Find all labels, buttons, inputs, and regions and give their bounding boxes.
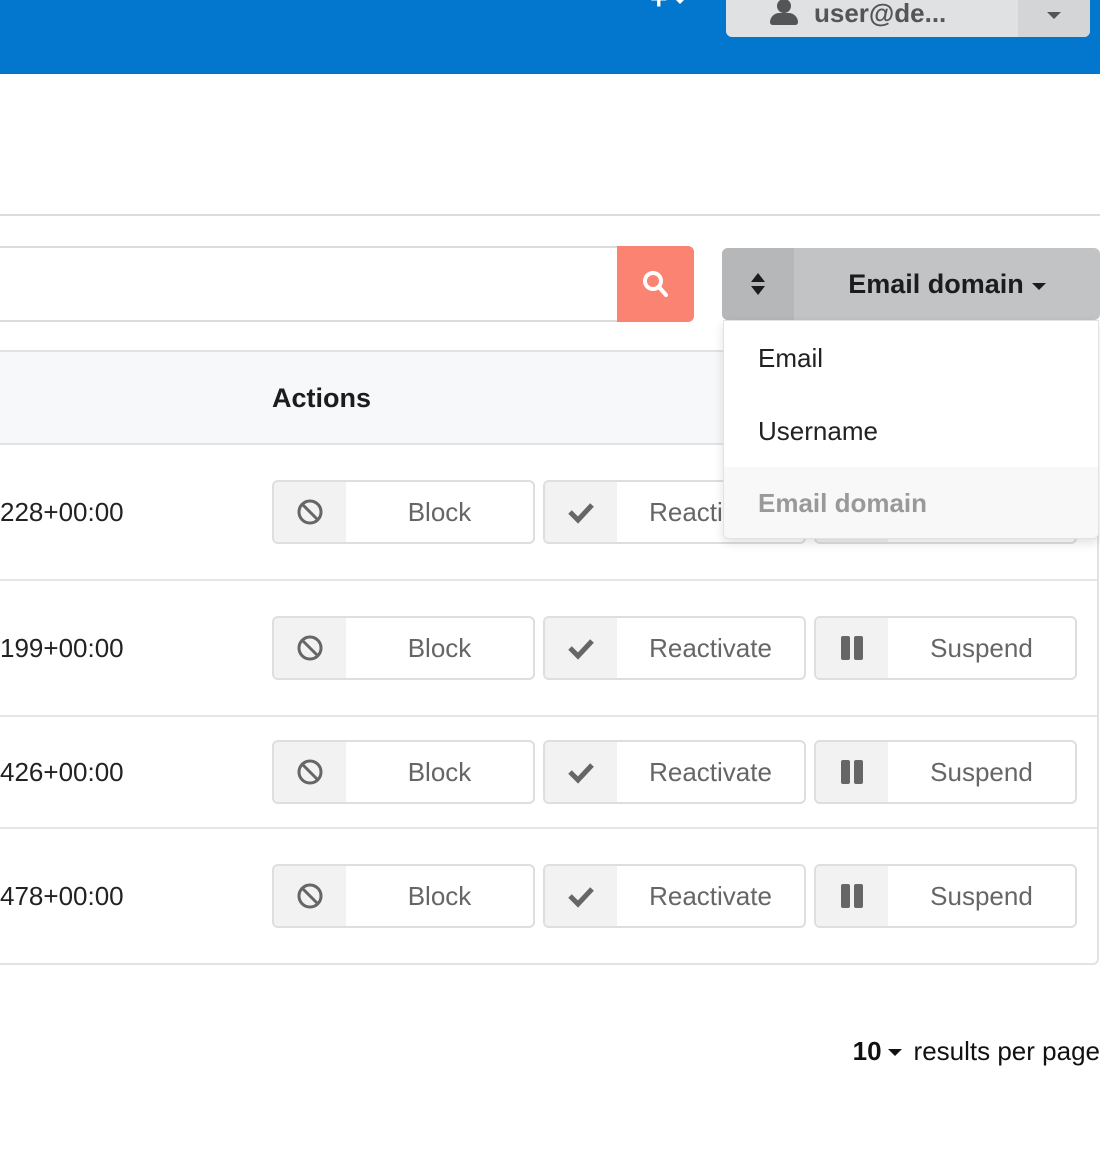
reactivate-label: Reactivate [649,880,772,911]
block-label: Block [407,632,472,663]
block-label: Block [407,756,472,787]
date-cell: 426+00:00 [0,756,124,787]
ban-icon [297,635,323,661]
table-row: 199+00:00 Block Reactivate Suspend [0,581,1097,717]
user-menu[interactable]: user@de... [726,0,1090,37]
date-cell: 199+00:00 [0,632,124,663]
check-icon [568,639,594,660]
per-page-value: 10 [852,1036,882,1066]
add-menu-button[interactable]: + [650,0,686,15]
section-divider [0,214,1100,216]
search-icon [642,271,668,297]
pause-icon [841,636,863,660]
sort-option-email[interactable]: Email [724,321,1098,395]
column-header-actions: Actions [272,383,372,413]
sort-direction-button[interactable] [722,248,794,320]
search-input[interactable] [0,248,618,320]
check-icon [568,503,594,524]
search-button[interactable] [617,246,694,322]
row-actions: Block Reactivate Suspend [272,829,1077,963]
suspend-button[interactable]: Suspend [814,740,1077,804]
reactivate-label: Reactivate [649,632,772,663]
check-icon [568,887,594,908]
plus-icon: + [650,0,668,15]
date-cell: 478+00:00 [0,880,124,911]
pause-icon [841,760,863,784]
table-row: 478+00:00 Block Reactivate Suspend [0,829,1097,963]
suspend-label: Suspend [930,880,1033,911]
ban-icon [297,883,323,909]
row-actions: Block Reactivate Suspend [272,717,1077,827]
reactivate-button[interactable]: Reactivate [543,864,806,928]
suspend-button[interactable]: Suspend [814,616,1077,680]
block-button[interactable]: Block [272,740,535,804]
check-icon [568,763,594,784]
sort-option-email-domain[interactable]: Email domain [724,467,1098,538]
top-navbar: + user@de... [0,0,1100,74]
user-icon [770,0,798,25]
caret-down-icon [1031,282,1046,290]
per-page-label: results per page [913,1036,1100,1066]
caret-down-icon [887,1049,902,1056]
sort-field-dropdown[interactable]: Email domain [794,248,1100,320]
reactivate-button[interactable]: Reactivate [543,616,806,680]
table-row: 426+00:00 Block Reactivate Suspend [0,717,1097,829]
search-field[interactable] [0,246,618,322]
per-page-dropdown[interactable]: 10 [853,1036,902,1067]
sort-option-username[interactable]: Username [724,395,1098,467]
block-button[interactable]: Block [272,616,535,680]
user-label: user@de... [814,0,947,28]
pagination: 10 results per page [853,1036,1100,1067]
caret-down-icon [673,0,686,4]
caret-down-icon [1047,12,1061,19]
pause-icon [841,884,863,908]
block-label: Block [407,496,472,527]
block-button[interactable]: Block [272,480,535,544]
suspend-label: Suspend [930,632,1033,663]
suspend-button[interactable]: Suspend [814,864,1077,928]
sort-control: Email domain [722,248,1100,320]
reactivate-button[interactable]: Reactivate [543,740,806,804]
row-actions: Block Reactivate Suspend [272,581,1077,715]
block-button[interactable]: Block [272,864,535,928]
ban-icon [297,759,323,785]
date-cell: 228+00:00 [0,496,124,527]
sort-field-menu: Email Username Email domain [723,320,1099,539]
user-menu-toggle[interactable] [1018,0,1090,37]
block-label: Block [407,880,472,911]
sort-icon [751,273,765,295]
user-menu-button[interactable]: user@de... [726,0,1018,37]
suspend-label: Suspend [930,756,1033,787]
reactivate-label: Reactivate [649,756,772,787]
sort-field-label: Email domain [848,268,1024,299]
ban-icon [297,499,323,525]
